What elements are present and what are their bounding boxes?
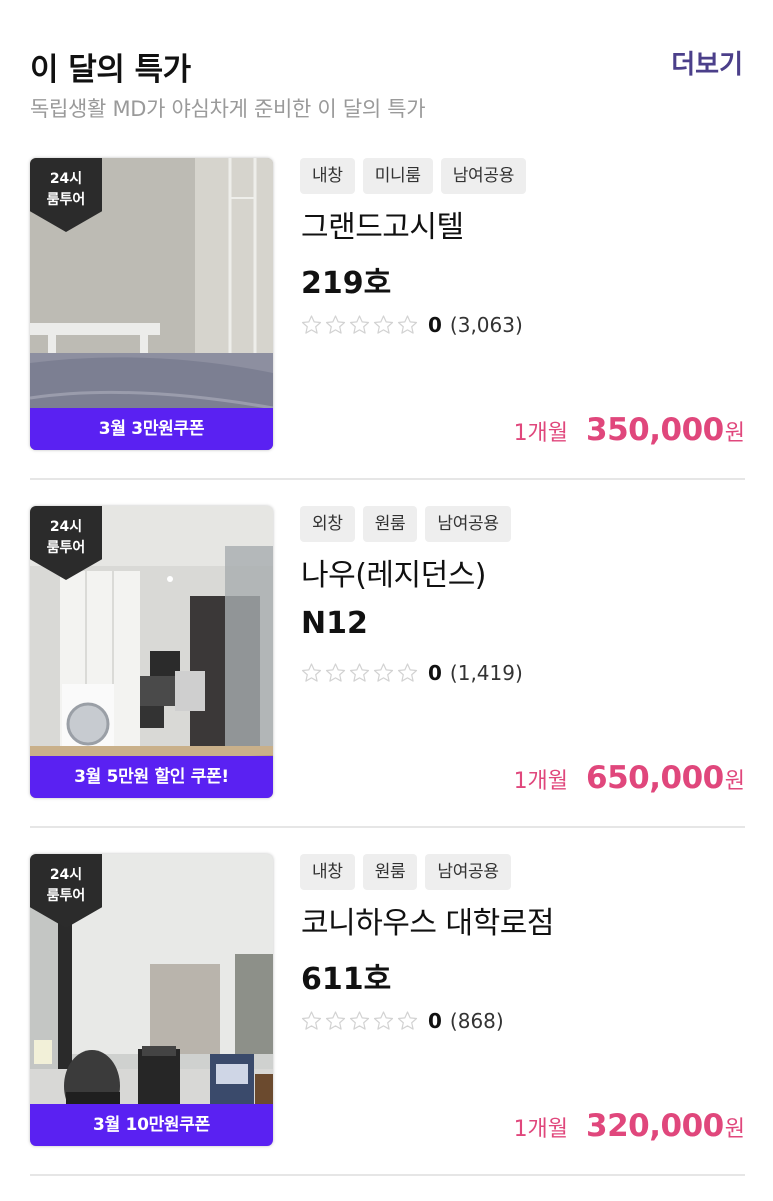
tag-list: 외창 원룸 남여공용 [300,506,511,542]
room-number: N12 [301,606,368,641]
price-row: 1개월 320,000 원 [514,1108,745,1144]
star-rating [300,314,419,336]
tag: 내창 [300,158,355,194]
currency-unit: 원 [724,769,745,794]
star-rating [300,1010,419,1032]
tag-list: 내창 원룸 남여공용 [300,854,511,890]
more-button[interactable]: 더보기 [671,44,743,81]
rating-row: 0 (868) [300,1006,504,1036]
price: 650,000 [586,760,724,796]
room-number: 219호 [301,266,392,301]
star-outline-icon [372,314,395,336]
coupon-banner: 3월 5만원 할인 쿠폰! [30,756,273,798]
review-count: (1,419) [449,661,523,685]
star-outline-icon [324,314,347,336]
rating-score: 0 [428,1009,442,1033]
room-number: 611호 [301,962,392,997]
listing-name[interactable]: 그랜드고시텔 [301,202,464,246]
badge-line-2: 룸투어 [46,192,86,208]
tag-list: 내창 미니룸 남여공용 [300,158,527,194]
star-outline-icon [348,662,371,684]
price: 350,000 [586,412,724,448]
tag: 남여공용 [425,506,511,542]
badge-line-2: 룸투어 [46,540,86,556]
divider [30,1174,745,1176]
star-outline-icon [324,662,347,684]
badge-line-1: 24시 [49,171,83,187]
star-outline-icon [372,1010,395,1032]
listing-card[interactable]: 24시 룸투어 3월 3만원쿠폰 내창 미니룸 남여공용 그랜드고시텔 219호… [30,158,745,480]
section-title: 이 달의 특가 [30,52,191,88]
listing-card[interactable]: 24시 룸투어 3월 5만원 할인 쿠폰! 외창 원룸 남여공용 나우(레지던스… [30,506,745,828]
rent-period: 1개월 [513,769,569,794]
star-outline-icon [348,314,371,336]
coupon-banner: 3월 3만원쿠폰 [30,408,273,450]
divider [30,478,745,480]
rating-row: 0 (3,063) [300,310,523,340]
star-outline-icon [300,662,323,684]
star-rating [300,662,419,684]
tag: 남여공용 [425,854,511,890]
listing-thumbnail[interactable]: 24시 룸투어 3월 5만원 할인 쿠폰! [30,506,273,798]
star-outline-icon [396,662,419,684]
tag: 남여공용 [440,158,527,194]
star-outline-icon [324,1010,347,1032]
section-subtitle: 독립생활 MD가 야심차게 준비한 이 달의 특가 [30,97,426,121]
tag: 내창 [300,854,355,890]
star-outline-icon [300,1010,323,1032]
tag: 미니룸 [362,158,433,194]
rent-period: 1개월 [513,421,569,446]
listing-name[interactable]: 코니하우스 대학로점 [301,898,554,942]
rating-score: 0 [428,661,442,685]
rent-period: 1개월 [513,1117,569,1142]
badge-line-1: 24시 [49,519,83,535]
price-row: 1개월 650,000 원 [514,760,745,796]
rating-row: 0 (1,419) [300,658,523,688]
star-outline-icon [348,1010,371,1032]
currency-unit: 원 [724,1117,745,1142]
star-outline-icon [396,314,419,336]
tag: 원룸 [362,506,418,542]
rating-score: 0 [428,313,442,337]
coupon-banner: 3월 10만원쿠폰 [30,1104,273,1146]
review-count: (3,063) [449,313,523,337]
star-outline-icon [372,662,395,684]
listing-thumbnail[interactable]: 24시 룸투어 3월 3만원쿠폰 [30,158,273,450]
listing-card[interactable]: 24시 룸투어 3월 10만원쿠폰 내창 원룸 남여공용 코니하우스 대학로점 … [30,854,745,1176]
badge-line-2: 룸투어 [46,888,86,904]
currency-unit: 원 [724,421,745,446]
tag: 외창 [300,506,355,542]
price: 320,000 [586,1108,724,1144]
star-outline-icon [300,314,323,336]
review-count: (868) [449,1009,504,1033]
price-row: 1개월 350,000 원 [514,412,745,448]
listing-thumbnail[interactable]: 24시 룸투어 3월 10만원쿠폰 [30,854,273,1146]
divider [30,826,745,828]
tag: 원룸 [362,854,418,890]
section-header: 이 달의 특가 더보기 독립생활 MD가 야심차게 준비한 이 달의 특가 [0,0,773,140]
star-outline-icon [396,1010,419,1032]
listing-name[interactable]: 나우(레지던스) [301,550,487,594]
badge-line-1: 24시 [49,867,83,883]
